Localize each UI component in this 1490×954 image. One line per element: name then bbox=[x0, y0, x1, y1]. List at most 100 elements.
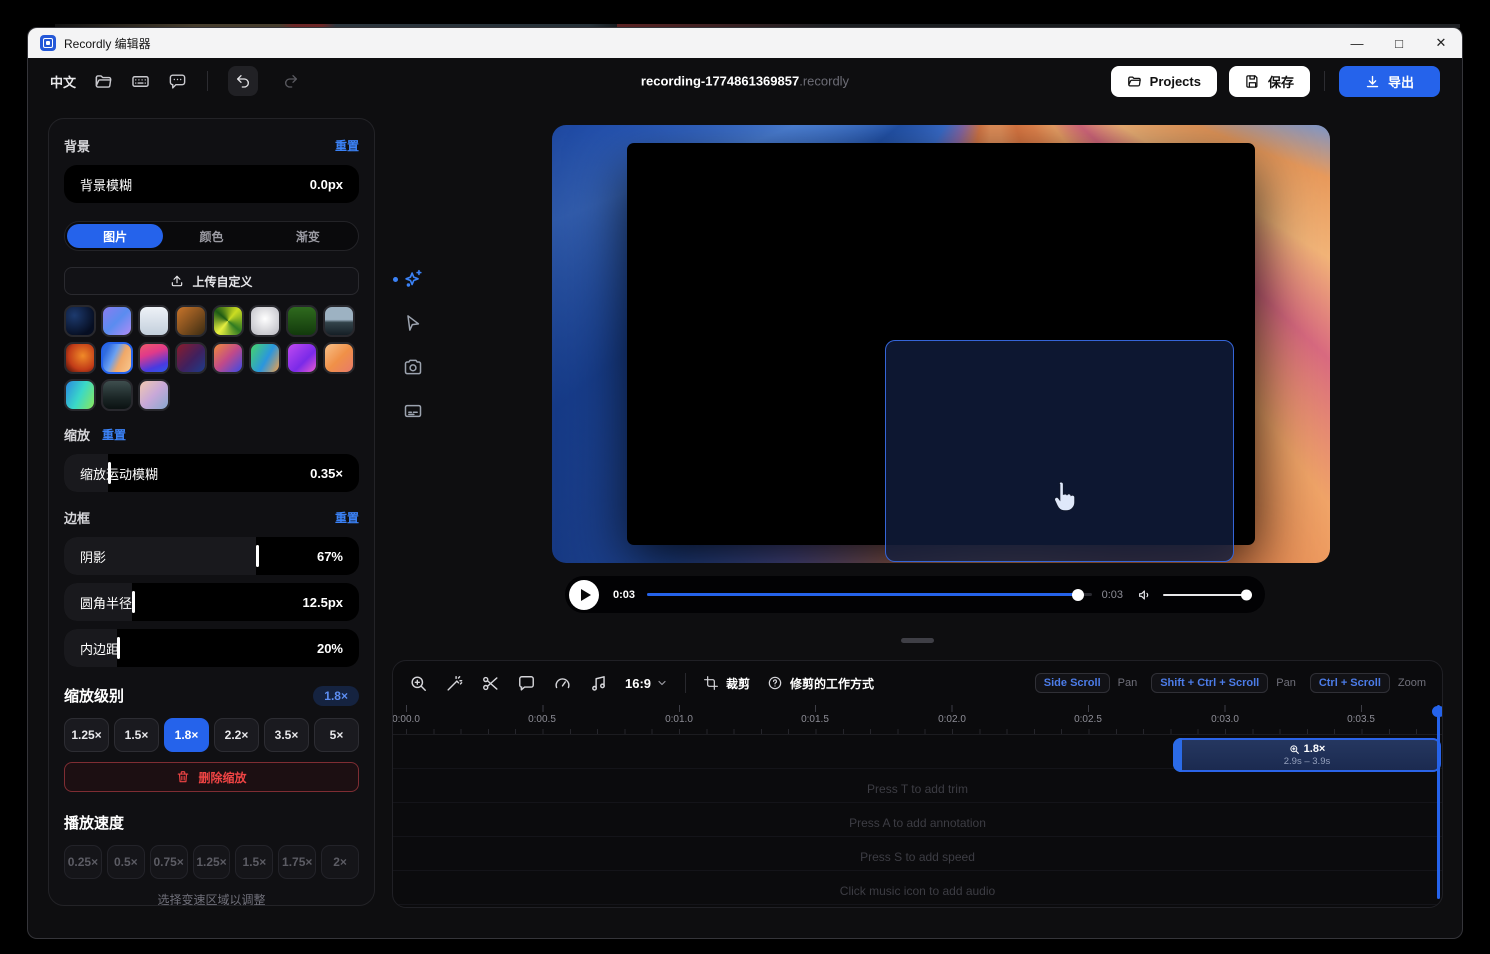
speed-option-0-5x[interactable]: 0.5× bbox=[107, 845, 145, 879]
video-preview[interactable] bbox=[552, 125, 1330, 563]
padding-slider[interactable]: 内边距 20% bbox=[64, 629, 359, 667]
window-title: Recordly 编辑器 bbox=[64, 35, 151, 52]
wallpaper-thumbnail[interactable] bbox=[323, 342, 355, 374]
zoom-segment-left-handle[interactable] bbox=[1173, 738, 1182, 772]
zoom-option-1-5x[interactable]: 1.5× bbox=[114, 718, 159, 752]
timeline-tracks[interactable]: 1.8× 2.9s – 3.9s Press T to add trim Pre… bbox=[393, 735, 1442, 907]
minimize-button[interactable]: — bbox=[1336, 28, 1378, 58]
speed-option-0-25x[interactable]: 0.25× bbox=[64, 845, 102, 879]
background-reset-button[interactable]: 重置 bbox=[335, 137, 359, 154]
tab-gradient[interactable]: 渐变 bbox=[260, 224, 356, 248]
export-button[interactable]: 导出 bbox=[1339, 66, 1440, 97]
wallpaper-thumbnail[interactable] bbox=[212, 305, 244, 337]
speed-section-title: 播放速度 bbox=[64, 812, 124, 833]
wallpaper-thumbnail[interactable] bbox=[138, 379, 170, 411]
wallpaper-thumbnail[interactable] bbox=[323, 305, 355, 337]
timeline-ruler: 0:00.0 0:00.5 0:01.0 0:01.5 0:02.0 0:02.… bbox=[393, 705, 1442, 735]
feedback-comment-icon[interactable] bbox=[168, 72, 187, 91]
undo-button[interactable] bbox=[228, 66, 258, 96]
maximize-button[interactable]: □ bbox=[1378, 28, 1420, 58]
projects-button[interactable]: Projects bbox=[1111, 66, 1217, 97]
play-button[interactable] bbox=[569, 580, 599, 610]
volume-slider[interactable] bbox=[1163, 594, 1251, 596]
speed-option-0-75x[interactable]: 0.75× bbox=[150, 845, 188, 879]
zoom-option-2-2x[interactable]: 2.2× bbox=[214, 718, 259, 752]
volume-handle[interactable] bbox=[1241, 589, 1252, 600]
subtitle-card-icon[interactable] bbox=[401, 399, 425, 423]
save-icon bbox=[1245, 74, 1260, 89]
zoom-option-1-25x[interactable]: 1.25× bbox=[64, 718, 109, 752]
open-folder-icon[interactable] bbox=[94, 72, 113, 91]
wallpaper-thumbnail[interactable] bbox=[175, 305, 207, 337]
zoom-segment[interactable]: 1.8× 2.9s – 3.9s bbox=[1173, 738, 1441, 772]
tab-color[interactable]: 颜色 bbox=[163, 224, 259, 248]
crop-button[interactable]: 裁剪 bbox=[703, 675, 750, 692]
trim-help-button[interactable]: 修剪的工作方式 bbox=[767, 675, 874, 692]
wallpaper-thumbnail[interactable] bbox=[249, 342, 281, 374]
speed-gauge-icon[interactable] bbox=[553, 674, 572, 693]
project-filename[interactable]: recording-1774861369857.recordly bbox=[641, 74, 849, 89]
shadow-slider[interactable]: 阴影 67% bbox=[64, 537, 359, 575]
magic-wand-icon[interactable] bbox=[445, 674, 464, 693]
projects-folder-icon bbox=[1127, 74, 1142, 89]
aspect-ratio-dropdown[interactable]: 16:9 bbox=[625, 676, 668, 691]
speed-option-1-25x[interactable]: 1.25× bbox=[193, 845, 231, 879]
close-button[interactable]: ✕ bbox=[1420, 28, 1462, 58]
zoom-reset-button[interactable]: 重置 bbox=[102, 426, 126, 443]
wallpaper-thumbnail[interactable] bbox=[64, 379, 96, 411]
zoom-segment-range: 2.9s – 3.9s bbox=[1284, 756, 1330, 767]
cursor-tool-icon[interactable] bbox=[401, 311, 425, 335]
scissors-icon[interactable] bbox=[481, 674, 500, 693]
volume-icon[interactable] bbox=[1137, 587, 1153, 603]
border-reset-button[interactable]: 重置 bbox=[335, 509, 359, 526]
tab-image[interactable]: 图片 bbox=[67, 224, 163, 248]
wallpaper-thumbnail[interactable] bbox=[286, 305, 318, 337]
annotation-bubble-icon[interactable] bbox=[517, 674, 536, 693]
wallpaper-thumbnail-selected[interactable] bbox=[101, 342, 133, 374]
background-blur-value: 0.0px bbox=[310, 177, 343, 192]
timeline-zoom-icon[interactable] bbox=[409, 674, 428, 693]
wallpaper-thumbnail[interactable] bbox=[212, 342, 244, 374]
wallpaper-thumbnail[interactable] bbox=[138, 305, 170, 337]
zoom-option-1-8x[interactable]: 1.8× bbox=[164, 718, 209, 752]
wallpaper-thumbnail[interactable] bbox=[101, 379, 133, 411]
zoom-motion-blur-slider[interactable]: 缩放运动模糊 0.35× bbox=[64, 454, 359, 492]
background-section-title: 背景 bbox=[64, 136, 90, 155]
panel-resize-handle[interactable] bbox=[901, 638, 934, 643]
speed-option-1-75x[interactable]: 1.75× bbox=[278, 845, 316, 879]
wallpaper-thumbnail[interactable] bbox=[64, 342, 96, 374]
zoom-option-5x[interactable]: 5× bbox=[314, 718, 359, 752]
wallpaper-thumbnail[interactable] bbox=[64, 305, 96, 337]
slider-handle[interactable] bbox=[256, 545, 259, 567]
shadow-label: 阴影 bbox=[80, 547, 106, 566]
zoom-option-3-5x[interactable]: 3.5× bbox=[264, 718, 309, 752]
speed-option-1-5x[interactable]: 1.5× bbox=[235, 845, 273, 879]
zoom-region-box[interactable] bbox=[885, 340, 1234, 562]
wallpaper-thumbnail[interactable] bbox=[101, 305, 133, 337]
active-tool-dot bbox=[393, 277, 398, 282]
wallpaper-thumbnail[interactable] bbox=[138, 342, 170, 374]
upload-custom-button[interactable]: 上传自定义 bbox=[64, 267, 359, 295]
music-note-icon[interactable] bbox=[589, 674, 608, 693]
playhead[interactable] bbox=[1437, 705, 1440, 899]
delete-zoom-button[interactable]: 删除缩放 bbox=[64, 762, 359, 792]
padding-value: 20% bbox=[317, 641, 343, 656]
ruler-tick-label: 0:03.5 bbox=[1347, 714, 1375, 725]
redo-button[interactable] bbox=[276, 66, 306, 96]
wallpaper-thumbnail[interactable] bbox=[175, 342, 207, 374]
effects-sparkle-icon[interactable] bbox=[401, 267, 425, 291]
language-button[interactable]: 中文 bbox=[50, 72, 76, 91]
seek-bar[interactable] bbox=[647, 593, 1092, 596]
wallpaper-thumbnail[interactable] bbox=[249, 305, 281, 337]
speed-option-2x[interactable]: 2× bbox=[321, 845, 359, 879]
playhead-knob[interactable] bbox=[1432, 706, 1443, 717]
seek-handle[interactable] bbox=[1072, 589, 1084, 601]
corner-radius-slider[interactable]: 圆角半径 12.5px bbox=[64, 583, 359, 621]
background-blur-slider[interactable]: 背景模糊 0.0px bbox=[64, 165, 359, 203]
camera-tool-icon[interactable] bbox=[401, 355, 425, 379]
slider-handle[interactable] bbox=[132, 591, 135, 613]
save-button[interactable]: 保存 bbox=[1229, 66, 1310, 97]
keyboard-shortcuts-icon[interactable] bbox=[131, 72, 150, 91]
ruler-tick-label: 0:01.0 bbox=[665, 714, 693, 725]
wallpaper-thumbnail[interactable] bbox=[286, 342, 318, 374]
